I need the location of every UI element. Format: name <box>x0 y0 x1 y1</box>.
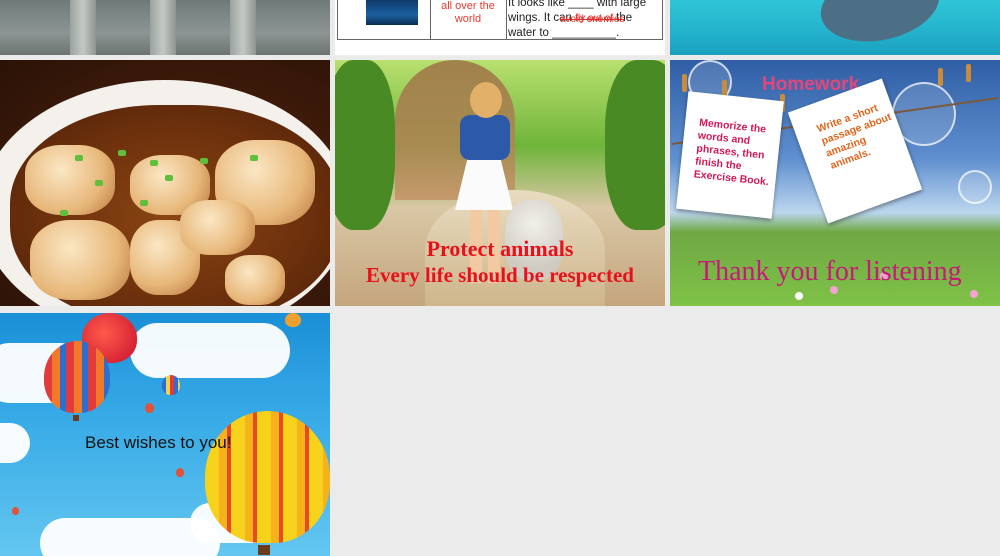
garnish <box>95 180 103 186</box>
slide-thumbnail-homework[interactable]: Homework Memorize the words and phrases,… <box>670 60 1000 306</box>
slide-thumbnail-vocabulary-table[interactable]: all over the world It looks like ____ wi… <box>335 0 665 55</box>
clothes-peg <box>682 74 687 92</box>
hot-air-balloon <box>176 468 184 477</box>
slide-thumbnail-fish-dish[interactable] <box>0 60 330 306</box>
hot-air-balloon <box>12 507 19 515</box>
clothes-peg <box>966 64 971 82</box>
phrase-text: all over the world <box>441 0 495 25</box>
slide-thumbnail-dolphin[interactable] <box>670 0 1000 55</box>
tree <box>335 60 395 230</box>
cloud <box>130 323 290 378</box>
garnish <box>140 200 148 206</box>
caption-every-life: Every life should be respected <box>366 263 634 287</box>
fish-piece <box>30 220 130 300</box>
fish-piece <box>225 255 285 305</box>
garnish <box>200 158 208 164</box>
hot-air-balloon <box>44 341 110 413</box>
fence-post <box>70 0 96 55</box>
dolphin-image <box>814 0 946 52</box>
best-wishes-text: Best wishes to you! <box>85 433 232 452</box>
slide-thumbnail-cats[interactable] <box>0 0 330 55</box>
garnish <box>150 160 158 166</box>
vocabulary-table: all over the world It looks like ____ wi… <box>337 0 663 40</box>
garnish <box>118 150 126 156</box>
hot-air-balloon <box>162 375 180 395</box>
hot-air-balloon <box>285 313 301 327</box>
garnish <box>165 175 173 181</box>
thanks-text: Thank you for listening <box>698 256 962 287</box>
cloud <box>0 423 30 463</box>
answer-bottom: avoid enemies <box>560 14 625 25</box>
fish-piece <box>180 200 255 255</box>
balloon-basket <box>73 415 79 421</box>
garnish <box>60 210 68 216</box>
card-text: Write a short passage about amazing anim… <box>815 102 893 172</box>
garnish <box>250 155 258 161</box>
table-cell-image <box>338 0 431 39</box>
ocean-thumbnail <box>366 0 418 25</box>
fence-post <box>230 0 256 55</box>
fence-post <box>150 0 176 55</box>
table-cell-phrase: all over the world <box>430 0 507 39</box>
table-cell-sentence: It looks like ____ with large wings. It … <box>508 0 664 41</box>
card-text: Memorize the words and phrases, then fin… <box>693 116 770 189</box>
tree <box>605 60 665 230</box>
sentence-line2: water to <box>508 27 549 39</box>
sentence-start: It looks like <box>508 0 565 9</box>
slide-thumbnail-best-wishes[interactable]: Best wishes to you! <box>0 313 330 556</box>
hot-air-balloon <box>145 403 154 413</box>
slide-thumbnail-protect-animals[interactable]: Protect animals Every life should be res… <box>335 60 665 306</box>
balloon-basket <box>258 545 270 555</box>
bubble <box>958 170 992 204</box>
clothes-peg <box>938 68 943 86</box>
flower <box>970 290 978 298</box>
caption-protect-animals: Protect animals <box>426 236 574 261</box>
girl-head <box>470 82 502 118</box>
homework-card-memorize: Memorize the words and phrases, then fin… <box>676 91 784 219</box>
girl-jacket <box>460 115 510 160</box>
flower <box>795 292 803 300</box>
garnish <box>75 155 83 161</box>
hot-air-balloon <box>205 411 330 543</box>
